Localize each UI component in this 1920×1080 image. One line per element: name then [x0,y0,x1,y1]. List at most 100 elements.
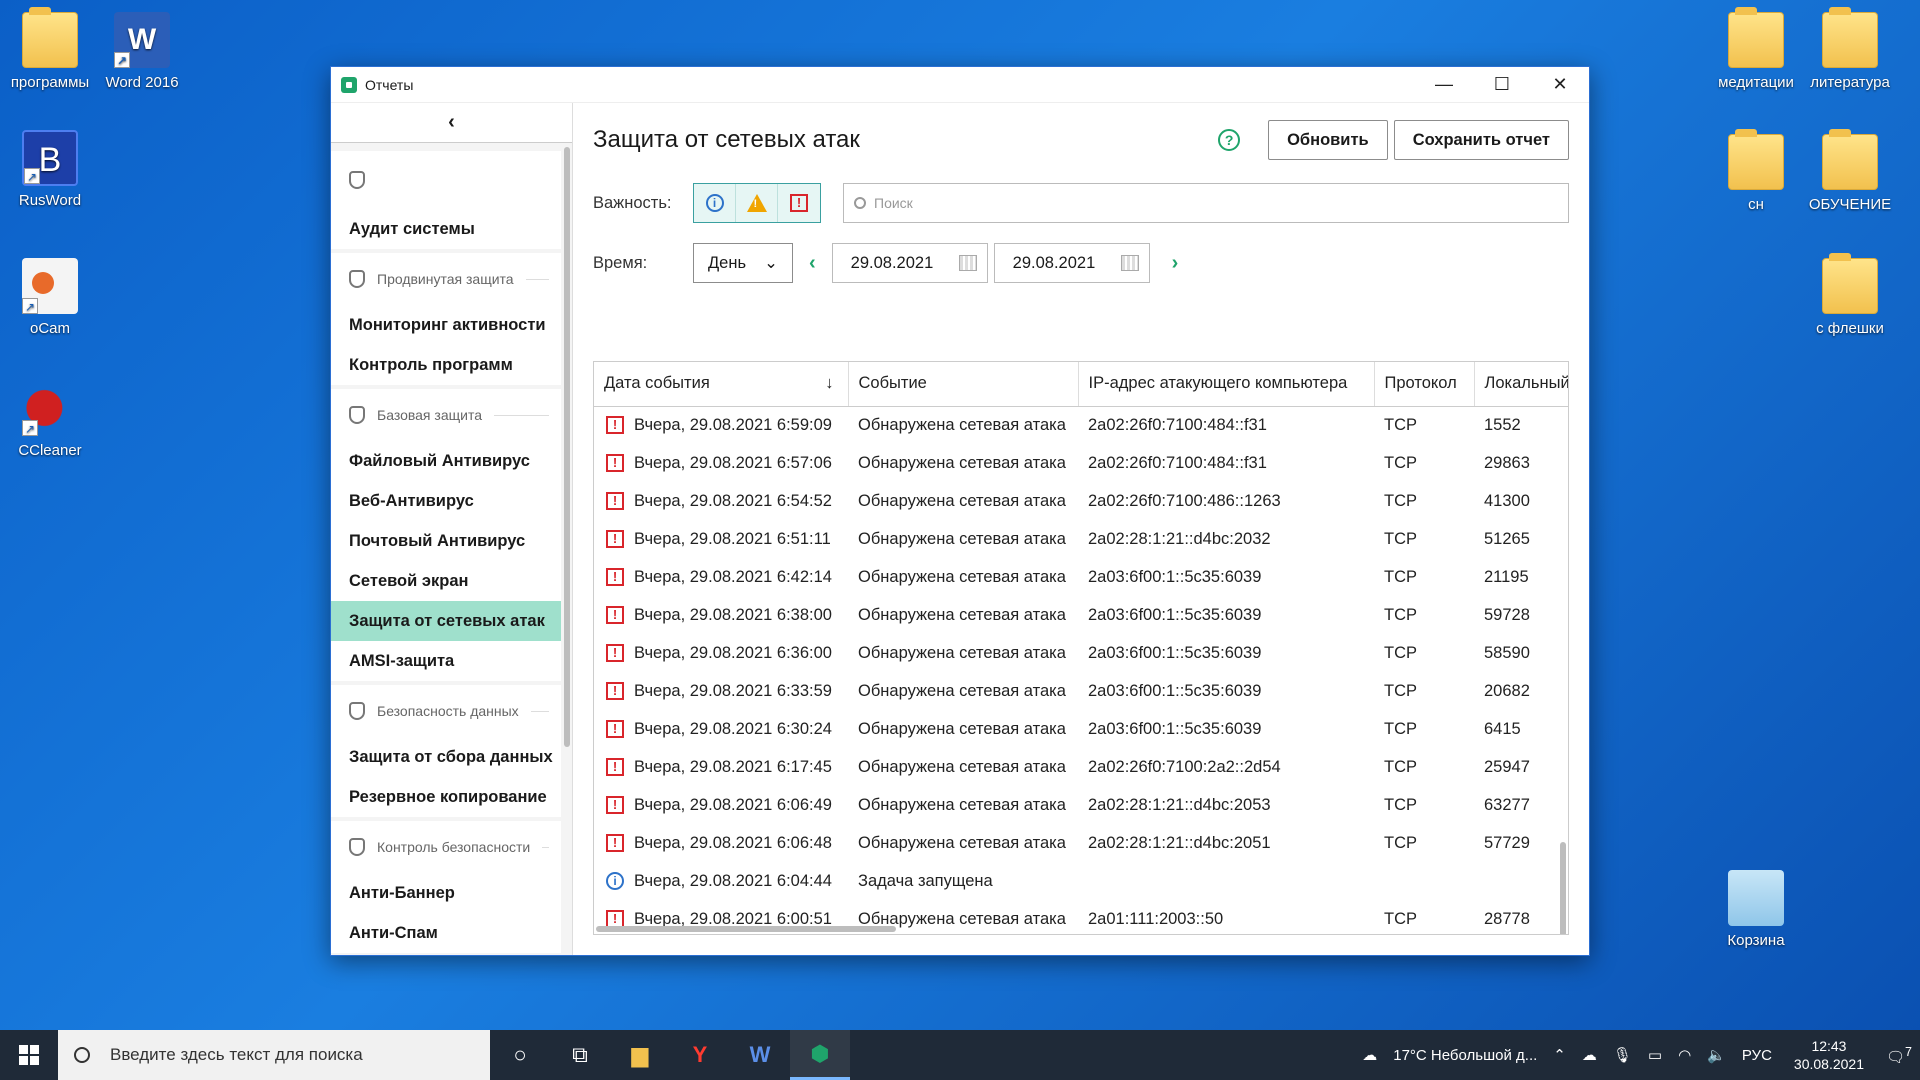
table-row[interactable]: ! Вчера, 29.08.2021 6:59:09 Обнаружена сет… [594,406,1568,444]
cortana-icon[interactable]: ○ [490,1030,550,1080]
column-header-protocol[interactable]: Протокол [1374,362,1475,407]
table-row[interactable]: ! Вчера, 29.08.2021 6:51:11 Обнаружена сет… [594,520,1568,558]
cell-date: ! Вчера, 29.08.2021 6:51:11 [594,520,848,558]
microphone-icon[interactable]: 🎙 [1613,1046,1632,1064]
input-language[interactable]: РУС [1742,1047,1772,1064]
main-panel: Защита от сетевых атак ? Обновить Сохран… [573,103,1589,955]
column-header-local[interactable]: Локальный [1474,362,1568,407]
cell-local-port: 25947 [1484,757,1530,776]
date-to-field[interactable]: 29.08.2021 [993,243,1150,283]
cell-date: ! Вчера, 29.08.2021 6:06:49 [594,786,848,824]
sidebar-item-anti-banner[interactable]: Анти-Баннер [331,873,561,913]
cell-date: i Вчера, 29.08.2021 6:04:44 [594,862,848,900]
chevron-up-icon[interactable]: ⌃ [1553,1046,1566,1064]
period-select[interactable]: День ⌄ [693,243,793,283]
table-horizontal-scrollbar[interactable] [596,926,896,932]
volume-icon[interactable]: 🔈 [1707,1046,1726,1064]
sidebar-item-system-audit[interactable]: Аудит системы [331,209,561,249]
table-row[interactable]: ! Вчера, 29.08.2021 6:17:45 Обнаружена сет… [594,748,1568,786]
notification-icon[interactable]: 🗨7 [1886,1045,1912,1066]
table-row[interactable]: ! Вчера, 29.08.2021 6:30:24 Обнаружена сет… [594,710,1568,748]
severity-critical-toggle[interactable]: ! [778,184,820,222]
save-report-button[interactable]: Сохранить отчет [1393,120,1569,160]
sidebar-item-backup[interactable]: Резервное копирование [331,777,561,817]
desktop-icon-programs[interactable]: программы [0,7,100,91]
date-from-field[interactable]: 29.08.2021 [831,243,988,283]
table-vertical-scrollbar[interactable] [1560,842,1566,934]
severity-info-toggle[interactable]: i [694,184,736,222]
cell-date: ! Вчера, 29.08.2021 6:42:14 [594,558,848,596]
help-icon[interactable]: ? [1218,129,1241,151]
sidebar-collapse-button[interactable]: ‹ [331,103,572,143]
table-row[interactable]: ! Вчера, 29.08.2021 6:06:48 Обнаружена сет… [594,824,1568,862]
table-row[interactable]: ! Вчера, 29.08.2021 6:57:06 Обнаружена сет… [594,444,1568,482]
cell-protocol: TCP [1384,415,1417,434]
sidebar-item-anti-spam[interactable]: Анти-Спам [331,913,561,953]
battery-icon[interactable]: ▭ [1648,1046,1662,1064]
sidebar-item-amsi[interactable]: AMSI-защита [331,641,561,681]
window-titlebar[interactable]: Отчеты — ☐ ✕ [331,67,1589,103]
desktop-icon-meditations[interactable]: медитации [1706,7,1806,91]
desktop-icon-word[interactable]: W ↗ Word 2016 [92,12,192,91]
calendar-icon[interactable] [1120,255,1139,271]
desktop-icon-ccleaner[interactable]: ↗ CCleaner [0,380,100,459]
table-row[interactable]: ! Вчера, 29.08.2021 6:33:59 Обнаружена сет… [594,672,1568,710]
cell-local-port: 58590 [1484,643,1530,662]
refresh-button[interactable]: Обновить [1268,120,1388,160]
network-status-icon[interactable]: ☁ [1582,1046,1597,1064]
shield-icon [349,270,365,288]
table-row[interactable]: ! Вчера, 29.08.2021 6:54:52 Обнаружена сет… [594,482,1568,520]
start-button[interactable] [0,1030,58,1080]
next-period-button[interactable]: › [1172,252,1179,275]
weather-text[interactable]: 17°C Небольшой д... [1393,1047,1537,1064]
clock[interactable]: 12:43 30.08.2021 [1794,1037,1864,1073]
prev-period-button[interactable]: ‹ [809,252,816,275]
desktop-icon-recycle-bin[interactable]: Корзина [1706,870,1806,949]
table-row[interactable]: ! Вчера, 29.08.2021 6:42:14 Обнаружена сет… [594,558,1568,596]
calendar-icon[interactable] [958,255,977,271]
desktop-icon-education[interactable]: ОБУЧЕНИЕ [1800,129,1900,213]
yandex-browser-icon[interactable]: Y [670,1030,730,1080]
sidebar-item-activity-monitor[interactable]: Мониторинг активности [331,305,561,345]
task-view-icon[interactable]: ⧉ [550,1030,610,1080]
search-input[interactable]: Поиск [843,183,1569,223]
sidebar-item-app-control[interactable]: Контроль программ [331,345,561,385]
sidebar-block: Контроль безопасности Анти-Баннер Анти-С… [331,821,561,953]
sidebar-item-mail-antivirus[interactable]: Почтовый Антивирус [331,521,561,561]
table-row[interactable]: ! Вчера, 29.08.2021 6:38:00 Обнаружена сет… [594,596,1568,634]
divider [542,846,549,848]
sort-desc-icon: ↓ [825,374,834,393]
maximize-button[interactable]: ☐ [1473,67,1531,103]
close-button[interactable]: ✕ [1531,67,1589,103]
desktop-icon-sn[interactable]: сн [1706,129,1806,213]
wifi-icon[interactable]: ◠ [1678,1046,1691,1064]
word-taskbar-icon[interactable]: W [730,1030,790,1080]
sidebar-item-network-attack-blocker[interactable]: Защита от сетевых атак [331,601,561,641]
table-row[interactable]: i Вчера, 29.08.2021 6:04:44 Задача запущен… [594,862,1568,900]
table-row[interactable]: ! Вчера, 29.08.2021 6:06:49 Обнаружена сет… [594,786,1568,824]
severity-warning-toggle[interactable]: ! [736,184,778,222]
cell-ip [1078,862,1374,900]
column-header-event[interactable]: Событие [848,362,1079,407]
file-explorer-icon[interactable]: ▆ [610,1030,670,1080]
taskbar-search-box[interactable]: Введите здесь текст для поиска [58,1030,490,1080]
desktop-icon-literature[interactable]: литература [1800,7,1900,91]
weather-icon[interactable]: ☁ [1362,1046,1377,1064]
sidebar-item-web-antivirus[interactable]: Веб-Антивирус [331,481,561,521]
sidebar-item-file-antivirus[interactable]: Файловый Антивирус [331,441,561,481]
column-header-ip[interactable]: IP-адрес атакующего компьютера [1078,362,1375,407]
sidebar-header [331,151,561,209]
sidebar-block: Продвинутая защита Мониторинг активности… [331,253,561,385]
critical-icon: ! [606,568,624,587]
desktop-icon-from-flash[interactable]: с флешки [1800,253,1900,337]
minimize-button[interactable]: — [1415,67,1473,103]
desktop-icon-rusword[interactable]: B ↗ RusWord [0,130,100,209]
sidebar-scrollbar[interactable] [564,147,570,747]
kaspersky-taskbar-icon[interactable]: ⬢ [790,1030,850,1080]
column-header-date[interactable]: Дата события ↓ [594,362,849,407]
sidebar-item-anti-tracking[interactable]: Защита от сбора данных [331,737,561,777]
sidebar-header: Базовая защита [331,389,561,441]
sidebar-item-firewall[interactable]: Сетевой экран [331,561,561,601]
desktop-icon-ocam[interactable]: ↗ oCam [0,258,100,337]
table-row[interactable]: ! Вчера, 29.08.2021 6:36:00 Обнаружена сет… [594,634,1568,672]
